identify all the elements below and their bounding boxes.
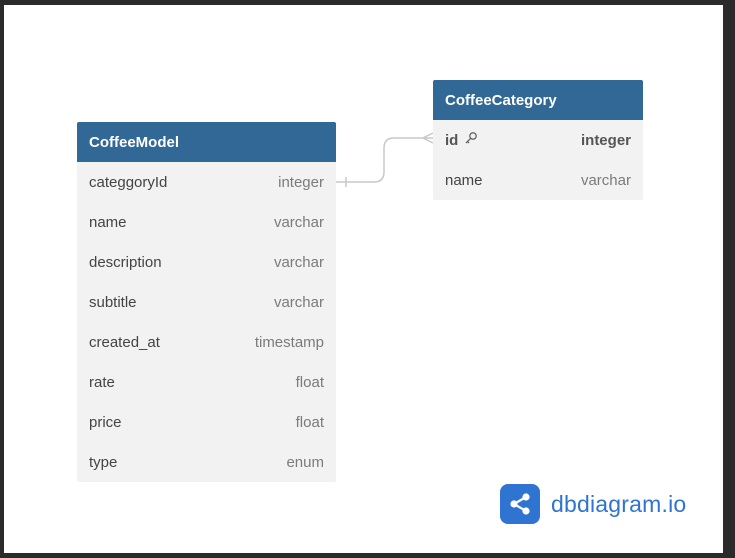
field-type: enum — [286, 453, 324, 471]
table-coffeemodel[interactable]: CoffeeModel categgoryId integer name var… — [77, 122, 336, 482]
field-row[interactable]: name varchar — [77, 202, 336, 242]
field-row[interactable]: rate float — [77, 362, 336, 402]
table-coffeecategory[interactable]: CoffeeCategory id integer name varchar — [433, 80, 643, 200]
field-row[interactable]: created_at timestamp — [77, 322, 336, 362]
share-nodes-icon — [500, 484, 540, 524]
diagram-canvas[interactable]: CoffeeModel categgoryId integer name var… — [4, 5, 723, 553]
field-row[interactable]: categgoryId integer — [77, 162, 336, 202]
brand-name: dbdiagram.io — [551, 490, 687, 517]
field-name: created_at — [89, 333, 160, 351]
many-marker-bottom — [422, 137, 434, 144]
field-type: float — [295, 373, 324, 391]
field-type: integer — [278, 173, 324, 191]
field-row[interactable]: price float — [77, 402, 336, 442]
field-name: name — [89, 213, 127, 231]
field-row[interactable]: subtitle varchar — [77, 282, 336, 322]
field-type: float — [295, 413, 324, 431]
field-type: varchar — [580, 171, 631, 189]
field-name: type — [89, 453, 118, 471]
many-marker-top — [422, 132, 434, 139]
field-name: categgoryId — [89, 173, 168, 191]
field-name: price — [89, 413, 122, 431]
field-name: id — [445, 131, 459, 149]
field-type: varchar — [273, 293, 324, 311]
key-icon — [464, 131, 478, 149]
field-type: timestamp — [254, 333, 324, 351]
table-title: CoffeeCategory — [445, 91, 557, 109]
brand-badge[interactable]: dbdiagram.io — [500, 484, 686, 524]
field-type: varchar — [273, 253, 324, 271]
field-type: varchar — [273, 213, 324, 231]
field-name: rate — [89, 373, 115, 391]
field-name-group: id — [445, 131, 478, 149]
field-type: integer — [580, 131, 631, 149]
relationship-line — [336, 137, 433, 183]
field-row[interactable]: type enum — [77, 442, 336, 482]
table-header[interactable]: CoffeeModel — [77, 122, 336, 162]
table-title: CoffeeModel — [89, 133, 179, 151]
field-name: description — [89, 253, 162, 271]
table-header[interactable]: CoffeeCategory — [433, 80, 643, 120]
field-row-primary-key[interactable]: id integer — [433, 120, 643, 160]
field-name: subtitle — [89, 293, 137, 311]
field-row[interactable]: description varchar — [77, 242, 336, 282]
field-row[interactable]: name varchar — [433, 160, 643, 200]
field-name: name — [445, 171, 483, 189]
